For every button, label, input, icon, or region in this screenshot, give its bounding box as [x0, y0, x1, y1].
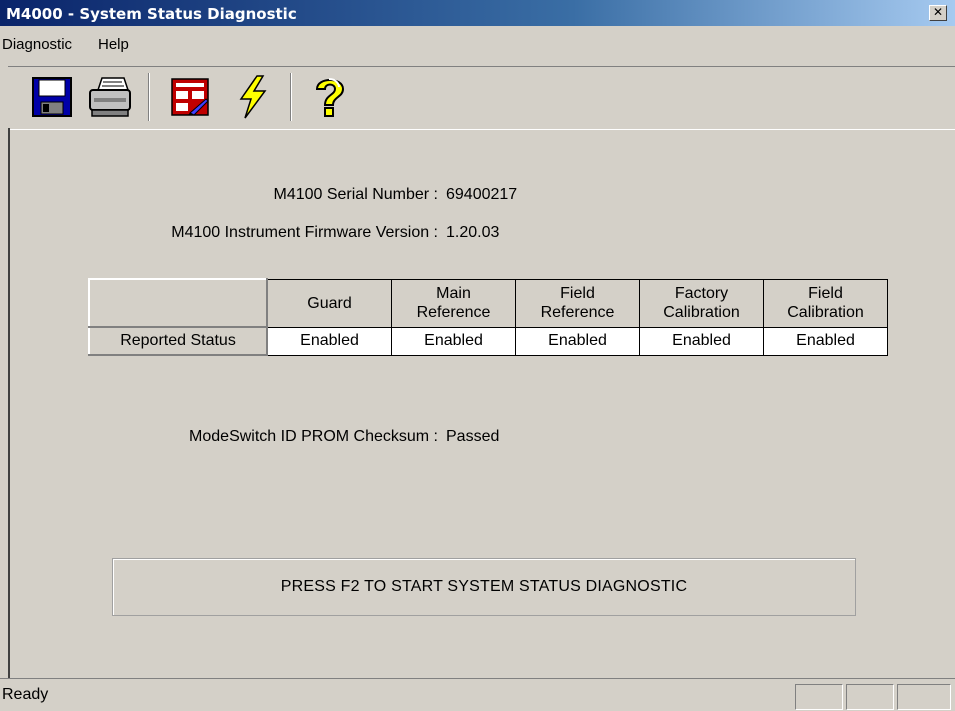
status-field-calibration: Enabled — [763, 326, 888, 356]
column-header-text: Reference — [540, 304, 615, 321]
column-header-text: Guard — [307, 294, 352, 312]
column-header-text: Field — [808, 285, 843, 302]
toolbar-separator — [290, 73, 292, 121]
save-icon — [32, 77, 72, 117]
checksum-label: ModeSwitch ID PROM Checksum : — [189, 428, 438, 445]
serial-value: 69400217 — [446, 186, 518, 203]
edit-schedule-button[interactable] — [168, 75, 212, 119]
run-button[interactable] — [230, 75, 274, 119]
menu-diagnostic[interactable]: Diagnostic — [2, 36, 72, 53]
main-window: M4000 - System Status Diagnostic ✕ Diagn… — [0, 0, 955, 710]
status-factory-calibration: Enabled — [639, 326, 764, 356]
column-header-field-reference: Field Reference — [515, 278, 640, 328]
print-button[interactable] — [88, 75, 132, 119]
serial-label: M4100 Serial Number : — [273, 186, 438, 203]
lightning-icon — [239, 75, 267, 119]
status-bar: Ready — [0, 678, 955, 711]
toolbar-separator — [148, 73, 150, 121]
firmware-label: M4100 Instrument Firmware Version : — [171, 224, 438, 241]
column-header-text: Calibration — [663, 304, 740, 321]
column-header-text: Calibration — [787, 304, 864, 321]
column-header-factory-calibration: Factory Calibration — [639, 278, 764, 328]
column-header-main-reference: Main Reference — [391, 278, 516, 328]
column-header-text: Main — [436, 285, 471, 302]
column-header-field-calibration: Field Calibration — [763, 278, 888, 328]
save-button[interactable] — [30, 75, 74, 119]
column-header-text: Factory — [674, 285, 729, 302]
row-header-reported-status: Reported Status — [88, 326, 268, 356]
help-icon — [315, 78, 345, 117]
close-button[interactable]: ✕ — [929, 5, 947, 21]
firmware-value: 1.20.03 — [446, 224, 500, 241]
status-pane — [795, 684, 843, 710]
menu-help[interactable]: Help — [98, 36, 129, 53]
status-guard: Enabled — [266, 326, 392, 356]
client-edge — [8, 128, 10, 678]
print-icon — [89, 77, 131, 117]
table-header-row: Guard Main Reference Field Reference Fac… — [88, 278, 888, 328]
status-table: Guard Main Reference Field Reference Fac… — [88, 278, 888, 356]
calendar-edit-icon — [171, 78, 209, 116]
window-title: M4000 - System Status Diagnostic — [6, 5, 297, 23]
column-header-text: Reference — [416, 304, 491, 321]
status-pane — [846, 684, 894, 710]
status-text: Ready — [2, 686, 49, 703]
checksum-value: Passed — [446, 428, 500, 445]
column-header-text: Field — [560, 285, 595, 302]
table-corner-cell — [88, 278, 268, 328]
help-button[interactable] — [308, 75, 352, 119]
status-main-reference: Enabled — [391, 326, 516, 356]
title-bar[interactable]: M4000 - System Status Diagnostic ✕ — [0, 0, 955, 26]
status-field-reference: Enabled — [515, 326, 640, 356]
table-row: Reported Status Enabled Enabled Enabled … — [88, 326, 888, 356]
column-header-guard: Guard — [266, 278, 392, 328]
toolbar — [8, 66, 955, 130]
status-pane — [897, 684, 951, 710]
start-diagnostic-button[interactable]: PRESS F2 TO START SYSTEM STATUS DIAGNOST… — [112, 558, 856, 616]
